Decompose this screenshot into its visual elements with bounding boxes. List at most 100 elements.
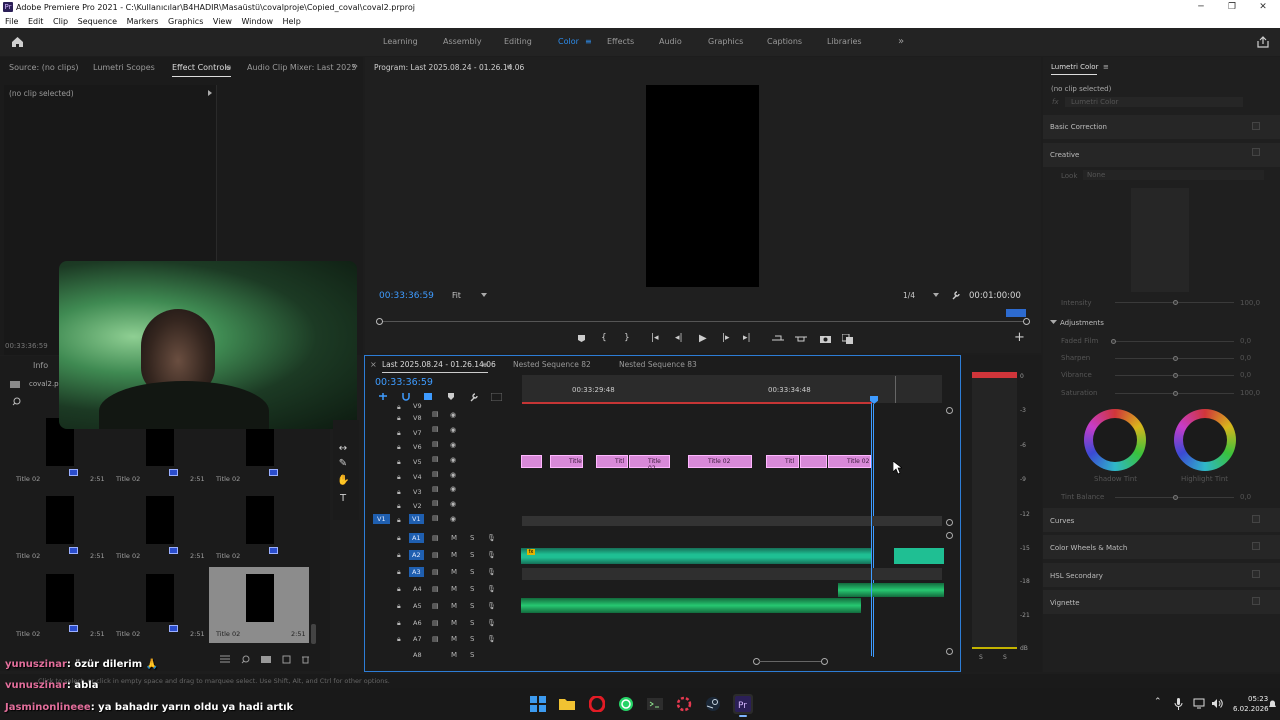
tab-nested-sequence-82[interactable]: Nested Sequence 82 — [513, 360, 591, 369]
section-basic-correction[interactable]: Basic Correction — [1043, 115, 1280, 139]
fit-dropdown[interactable]: Fit — [452, 291, 461, 300]
slider-knob[interactable] — [1173, 356, 1178, 361]
slider-value[interactable]: 100,0 — [1240, 299, 1260, 307]
lift-icon[interactable] — [772, 334, 784, 343]
vertical-zoom-handle[interactable] — [946, 532, 953, 539]
solo-button[interactable]: S — [470, 568, 474, 576]
sync-lock-icon[interactable]: ▤ — [432, 514, 439, 522]
notification-bell-icon[interactable] — [1268, 699, 1277, 709]
title-clip[interactable]: Title 02 — [828, 455, 871, 468]
scrub-end-handle[interactable] — [1023, 318, 1030, 325]
solo-button[interactable]: S — [470, 534, 474, 542]
solo-button[interactable]: S — [470, 585, 474, 593]
slider-value[interactable]: 0,0 — [1240, 493, 1251, 501]
audio-clip-a2[interactable] — [894, 548, 944, 564]
lock-icon[interactable]: 🔒︎ — [397, 516, 401, 525]
timeline-settings-icon[interactable] — [469, 392, 479, 402]
workspace-more-icon[interactable]: » — [898, 28, 904, 56]
button-editor-add-icon[interactable]: + — [1014, 330, 1025, 345]
chevron-down-icon[interactable] — [1050, 320, 1057, 325]
title-clip[interactable]: Titl — [596, 455, 628, 468]
project-thumbnail[interactable] — [246, 496, 278, 554]
mute-button[interactable]: M — [451, 619, 457, 627]
project-thumbnail[interactable] — [46, 496, 78, 554]
slider-knob[interactable] — [1173, 391, 1178, 396]
solo-button[interactable]: S — [470, 651, 474, 659]
search-icon[interactable] — [12, 397, 21, 406]
eye-icon[interactable]: ◉ — [450, 441, 456, 449]
steam-icon[interactable] — [705, 696, 721, 712]
eye-icon[interactable]: ◉ — [450, 456, 456, 464]
comparison-view-icon[interactable] — [842, 334, 853, 344]
mute-button[interactable]: M — [451, 651, 457, 659]
close-tab-icon[interactable]: × — [370, 360, 377, 369]
track-target-a1[interactable]: A1 — [409, 533, 424, 543]
section-enable-checkbox[interactable] — [1252, 122, 1260, 130]
timeline-timecode[interactable]: 00:33:36:59 — [375, 377, 433, 388]
lock-icon[interactable]: 🔒︎ — [397, 429, 401, 438]
linked-selection-icon[interactable] — [423, 392, 433, 401]
voiceover-mic-icon[interactable]: 🎙︎ — [487, 534, 496, 542]
vertical-zoom-handle[interactable] — [946, 407, 953, 414]
program-scrub-bar[interactable] — [379, 321, 1027, 322]
voiceover-mic-icon[interactable]: 🎙︎ — [487, 602, 496, 610]
adjustments-label[interactable]: Adjustments — [1060, 319, 1104, 327]
captions-icon[interactable] — [491, 393, 502, 401]
lock-icon[interactable]: 🔒︎ — [397, 534, 401, 543]
workspace-audio[interactable]: Audio — [659, 28, 682, 56]
new-bin-icon[interactable] — [261, 655, 271, 663]
mute-button[interactable]: M — [451, 585, 457, 593]
sync-lock-icon[interactable]: ▤ — [432, 440, 439, 448]
voiceover-mic-icon[interactable]: 🎙︎ — [487, 635, 496, 643]
restore-button[interactable]: ❐ — [1217, 0, 1247, 15]
workspace-editing[interactable]: Editing — [504, 28, 532, 56]
slider-knob[interactable] — [1111, 339, 1116, 344]
mark-in-icon[interactable]: { — [601, 333, 607, 343]
solo-button[interactable]: S — [470, 619, 474, 627]
program-timecode[interactable]: 00:33:36:59 — [379, 291, 434, 301]
tab-lumetri-scopes[interactable]: Lumetri Scopes — [93, 63, 155, 72]
workspace-assembly[interactable]: Assembly — [443, 28, 482, 56]
lock-icon[interactable]: 🔒︎ — [397, 602, 401, 611]
title-clip[interactable]: Title 02 — [688, 455, 752, 468]
eye-icon[interactable]: ◉ — [450, 471, 456, 479]
sync-lock-icon[interactable]: ▤ — [432, 551, 439, 559]
section-enable-checkbox[interactable] — [1252, 597, 1260, 605]
workspace-learning[interactable]: Learning — [383, 28, 418, 56]
title-clip[interactable] — [800, 455, 827, 468]
title-clip[interactable]: Title 02 — [629, 455, 670, 472]
vertical-zoom-handle[interactable] — [946, 648, 953, 655]
slider-knob[interactable] — [1173, 495, 1178, 500]
play-icon[interactable]: ▶ — [699, 333, 707, 344]
go-to-out-icon[interactable]: ▸| — [743, 333, 751, 343]
eye-icon[interactable]: ◉ — [450, 485, 456, 493]
lock-icon[interactable]: 🔒︎ — [397, 619, 401, 628]
audio-clip-a4[interactable] — [838, 583, 944, 597]
section-color-wheels[interactable]: Color Wheels & Match — [1043, 535, 1280, 559]
section-enable-checkbox[interactable] — [1252, 542, 1260, 550]
find-icon[interactable] — [241, 655, 250, 664]
horizontal-zoom-handle[interactable] — [821, 658, 828, 665]
slider-value[interactable]: 0,0 — [1240, 354, 1251, 362]
workspace-libraries[interactable]: Libraries — [827, 28, 862, 56]
effect-controls-menu-icon[interactable]: ≡ — [225, 63, 232, 72]
premiere-taskbar-icon[interactable]: Pr — [735, 696, 751, 712]
title-clip[interactable]: Title — [550, 455, 583, 468]
insert-nest-icon[interactable] — [378, 392, 388, 401]
eye-icon[interactable]: ◉ — [450, 515, 456, 523]
slider-knob[interactable] — [1173, 373, 1178, 378]
snap-icon[interactable] — [401, 392, 411, 401]
project-scrollbar[interactable] — [311, 624, 316, 644]
extract-icon[interactable] — [795, 334, 807, 343]
mute-button[interactable]: M — [451, 534, 457, 542]
lock-icon[interactable]: 🔒︎ — [397, 403, 401, 412]
slider-value[interactable]: 0,0 — [1240, 337, 1251, 345]
program-zoom-handle[interactable] — [1006, 309, 1026, 317]
solo-right-button[interactable]: S — [1003, 654, 1007, 661]
eye-icon[interactable]: ◉ — [450, 500, 456, 508]
voiceover-mic-icon[interactable]: 🎙︎ — [487, 568, 496, 576]
lock-icon[interactable]: 🔒︎ — [397, 585, 401, 594]
faded-film-slider[interactable] — [1115, 341, 1234, 342]
menu-clip[interactable]: Clip — [53, 17, 68, 26]
go-to-in-icon[interactable]: |◂ — [651, 333, 659, 343]
